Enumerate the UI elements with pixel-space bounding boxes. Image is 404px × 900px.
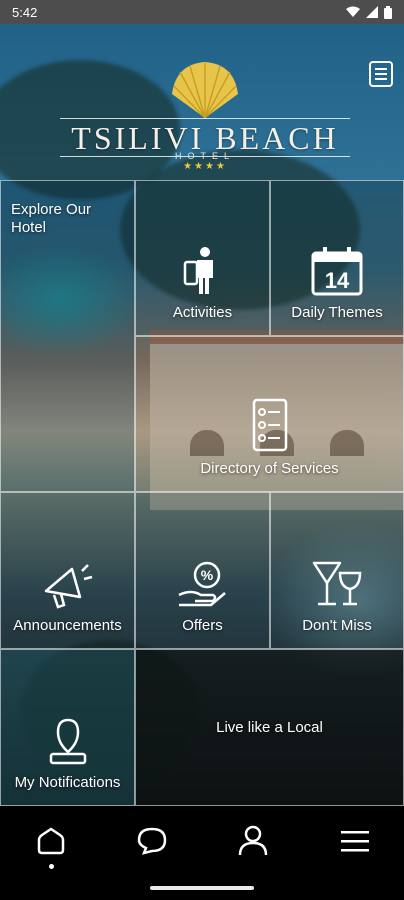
app-screen: 5:42 TSILIVI BEACH HOTEL ★★★★ Explore Ou…	[0, 0, 404, 900]
tile-notifications-label: My Notifications	[14, 774, 121, 791]
offer-percent-icon: %	[177, 561, 226, 607]
tile-announcements-label: Announcements	[13, 617, 122, 634]
home-icon	[37, 827, 65, 855]
wifi-icon	[346, 6, 360, 17]
battery-icon	[384, 5, 392, 19]
document-menu-icon[interactable]	[369, 61, 393, 87]
tile-explore-label: Explore Our Hotel	[11, 201, 92, 236]
gesture-home-bar[interactable]	[150, 886, 254, 890]
tile-announcements[interactable]: Announcements	[0, 492, 135, 649]
tile-dont-miss[interactable]: Don't Miss	[270, 492, 404, 649]
cocktail-glasses-icon	[312, 561, 362, 606]
hotel-logo: TSILIVI BEACH HOTEL ★★★★	[60, 60, 350, 180]
chat-icon	[137, 827, 167, 855]
bottom-nav	[0, 806, 404, 900]
hamburger-menu-icon	[341, 831, 369, 852]
megaphone-icon	[44, 564, 92, 609]
tile-live-local-label: Live like a Local	[216, 719, 323, 736]
signal-icon	[366, 6, 378, 18]
profile-icon	[238, 825, 268, 856]
svg-text:%: %	[200, 567, 213, 583]
tile-activities[interactable]: Activities	[135, 180, 270, 336]
logo-rule-top	[60, 118, 350, 119]
nav-menu[interactable]	[325, 816, 385, 866]
activities-icon	[183, 247, 213, 294]
tile-offers[interactable]: % Offers	[135, 492, 270, 649]
calendar-icon: 14	[311, 247, 363, 296]
tile-my-notifications[interactable]: My Notifications	[0, 649, 135, 806]
tile-explore-hotel[interactable]: Explore Our Hotel	[0, 180, 135, 492]
tile-live-like-a-local[interactable]: Live like a Local	[135, 649, 404, 806]
nav-home[interactable]	[21, 816, 81, 869]
tile-directory-of-services[interactable]: Directory of Services	[135, 336, 404, 492]
tile-dont-miss-label: Don't Miss	[302, 617, 372, 634]
nav-profile[interactable]	[223, 816, 283, 866]
logo-subtitle: HOTEL	[174, 151, 235, 161]
tile-daily-themes[interactable]: 14 Daily Themes	[270, 180, 404, 336]
status-time: 5:42	[12, 4, 38, 20]
calendar-day: 14	[325, 268, 350, 293]
person-pin-icon	[49, 718, 86, 765]
nav-chat[interactable]	[122, 816, 182, 866]
logo-stars: ★★★★	[183, 161, 227, 172]
active-indicator	[49, 864, 54, 869]
tile-offers-label: Offers	[182, 617, 223, 634]
header: TSILIVI BEACH HOTEL ★★★★	[0, 24, 404, 180]
directory-list-icon	[252, 398, 287, 452]
shell-logo-icon	[172, 62, 238, 119]
tile-activities-label: Activities	[172, 304, 233, 321]
tile-daily-themes-label: Daily Themes	[291, 304, 383, 321]
status-bar: 5:42	[0, 0, 404, 24]
tile-directory-label: Directory of Services	[200, 460, 339, 477]
home-tiles-grid: Explore Our Hotel Activities 14 Daily Th…	[0, 180, 404, 806]
